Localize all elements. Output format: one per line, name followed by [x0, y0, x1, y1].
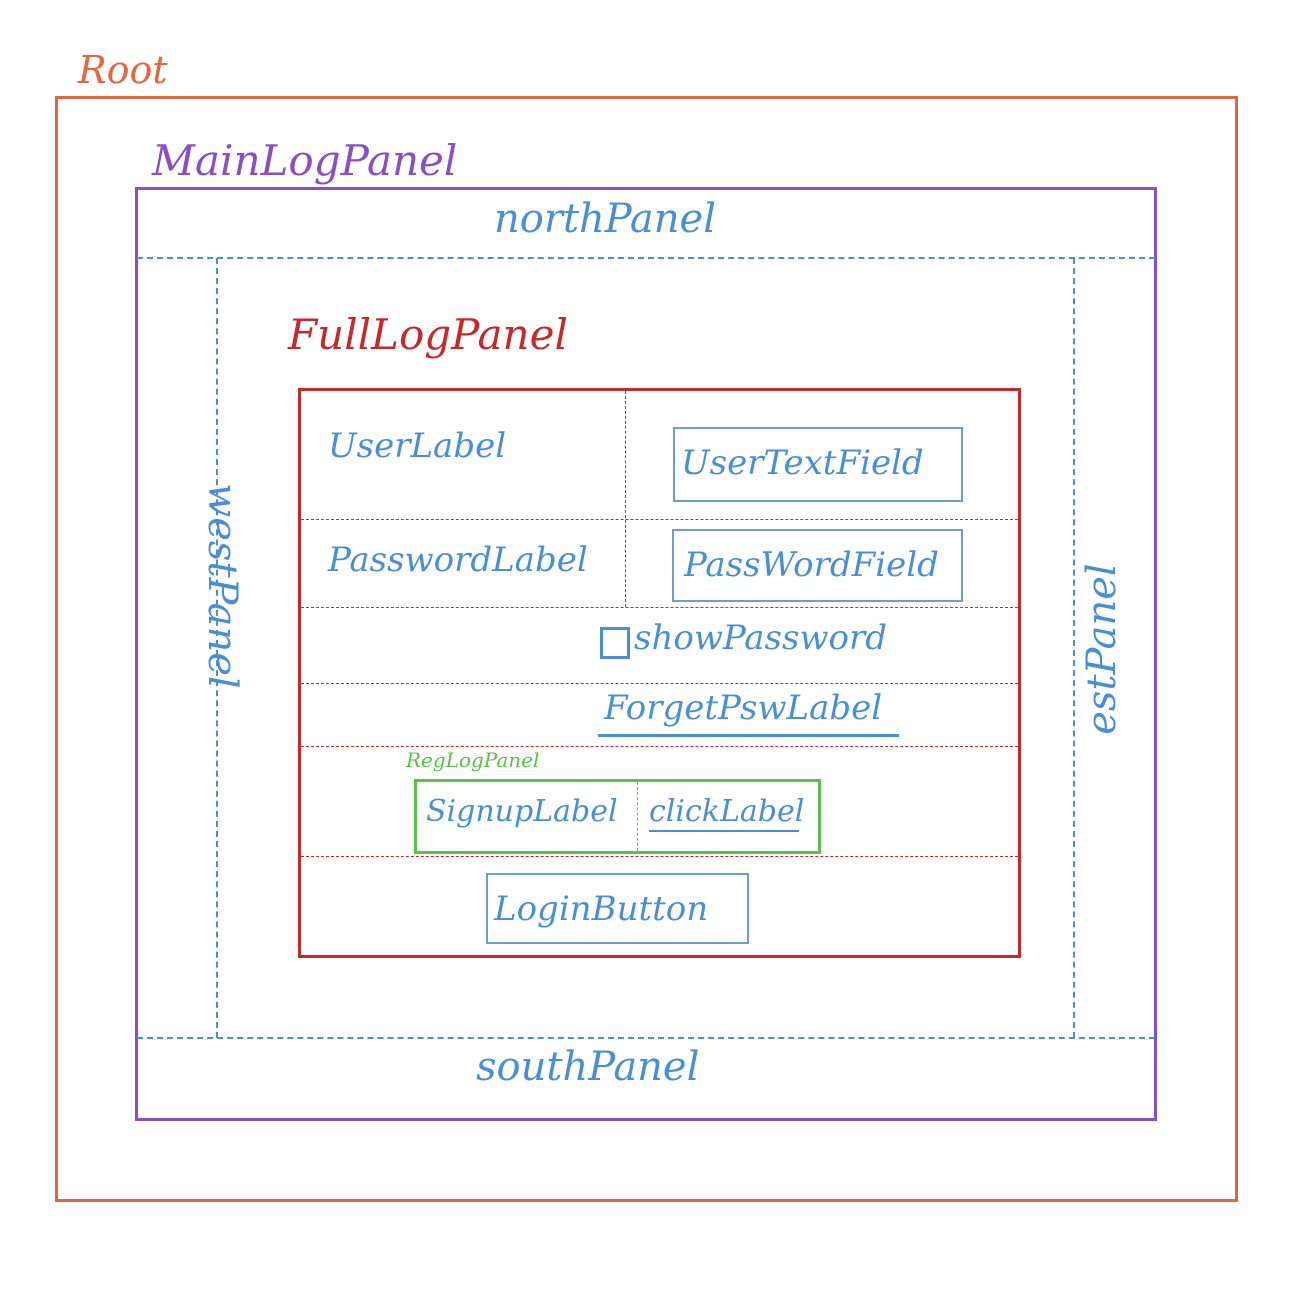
user-label: UserLabel	[328, 426, 507, 466]
forget-password-label[interactable]: ForgetPswLabel	[604, 688, 882, 728]
signup-label: SignupLabel	[426, 794, 618, 829]
grid-row-divider	[301, 607, 1018, 608]
user-text-field[interactable]: UserTextField	[673, 427, 963, 502]
login-button-label: LoginButton	[494, 889, 709, 929]
grid-row-divider	[301, 519, 1018, 520]
north-panel-label: northPanel	[494, 196, 716, 242]
password-field[interactable]: PassWordField	[672, 529, 963, 602]
login-button[interactable]: LoginButton	[486, 873, 749, 944]
click-label[interactable]: clickLabel	[649, 794, 804, 829]
full-log-panel-label: FullLogPanel	[288, 310, 568, 359]
south-panel-label: southPanel	[476, 1044, 700, 1090]
show-password-checkbox[interactable]	[600, 627, 630, 659]
grid-row-divider	[301, 683, 1018, 684]
reg-log-panel-divider	[637, 782, 638, 851]
user-text-field-label: UserTextField	[681, 443, 924, 483]
north-divider	[137, 257, 1155, 259]
forget-password-underline	[598, 734, 899, 737]
grid-row-divider	[301, 746, 1018, 747]
password-field-label: PassWordField	[684, 545, 939, 585]
east-panel-label: estPanel	[1079, 563, 1125, 735]
west-panel-label: westPanel	[199, 483, 245, 689]
click-label-underline	[649, 830, 799, 832]
grid-row-divider	[301, 856, 1018, 857]
grid-column-divider	[625, 391, 626, 607]
south-divider	[137, 1037, 1155, 1039]
root-label: Root	[78, 48, 168, 92]
east-divider	[1073, 258, 1075, 1038]
reg-log-panel-label: RegLogPanel	[406, 748, 540, 772]
main-log-panel-label: MainLogPanel	[152, 136, 458, 185]
password-label: PasswordLabel	[328, 540, 588, 580]
show-password-label: showPassword	[634, 618, 888, 658]
